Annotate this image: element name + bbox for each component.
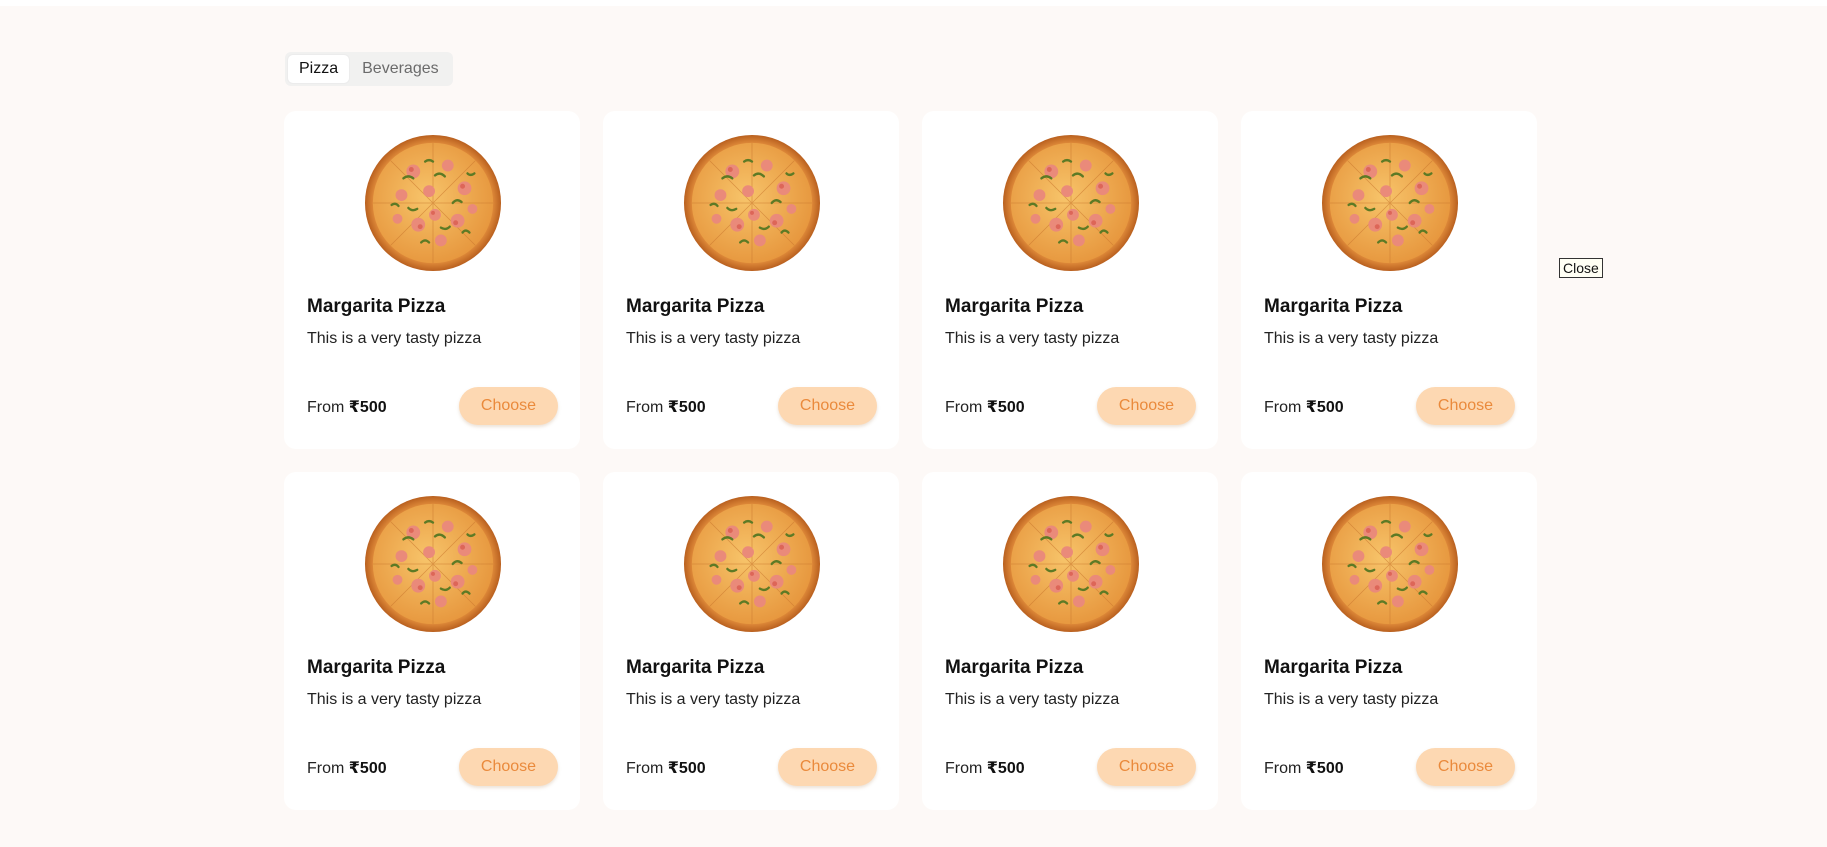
choose-button[interactable]: Choose bbox=[1416, 387, 1515, 425]
close-button[interactable]: Close bbox=[1559, 258, 1603, 278]
price-prefix: From bbox=[626, 399, 664, 416]
pizza-image bbox=[1321, 134, 1459, 272]
product-description: This is a very tasty pizza bbox=[307, 330, 482, 347]
choose-button[interactable]: Choose bbox=[1097, 387, 1196, 425]
product-card: Margarita Pizza This is a very tasty pizz… bbox=[603, 472, 899, 810]
product-name: Margarita Pizza bbox=[307, 657, 446, 678]
product-price: From ₹500 bbox=[626, 397, 706, 417]
pizza-image bbox=[1002, 134, 1140, 272]
choose-button[interactable]: Choose bbox=[459, 748, 558, 786]
price-amount: ₹500 bbox=[1305, 399, 1344, 416]
product-card: Margarita Pizza This is a very tasty pizz… bbox=[603, 111, 899, 449]
product-name: Margarita Pizza bbox=[945, 296, 1084, 317]
price-prefix: From bbox=[626, 760, 664, 777]
product-name: Margarita Pizza bbox=[1264, 657, 1403, 678]
product-name: Margarita Pizza bbox=[1264, 296, 1403, 317]
product-grid: Margarita Pizza This is a very tasty pizz… bbox=[284, 111, 1537, 810]
product-card: Margarita Pizza This is a very tasty pizz… bbox=[284, 111, 580, 449]
price-amount: ₹500 bbox=[1305, 760, 1344, 777]
pizza-image bbox=[1321, 495, 1459, 633]
pizza-image bbox=[683, 134, 821, 272]
choose-button[interactable]: Choose bbox=[459, 387, 558, 425]
product-card: Margarita Pizza This is a very tasty pizz… bbox=[922, 472, 1218, 810]
product-description: This is a very tasty pizza bbox=[945, 330, 1120, 347]
product-price: From ₹500 bbox=[1264, 758, 1344, 778]
product-description: This is a very tasty pizza bbox=[1264, 691, 1439, 708]
price-prefix: From bbox=[1264, 760, 1302, 777]
product-card: Margarita Pizza This is a very tasty pizz… bbox=[922, 111, 1218, 449]
price-amount: ₹500 bbox=[986, 760, 1025, 777]
product-price: From ₹500 bbox=[1264, 397, 1344, 417]
product-description: This is a very tasty pizza bbox=[626, 691, 801, 708]
price-amount: ₹500 bbox=[348, 760, 387, 777]
price-amount: ₹500 bbox=[348, 399, 387, 416]
product-price: From ₹500 bbox=[945, 758, 1025, 778]
product-price: From ₹500 bbox=[945, 397, 1025, 417]
product-description: This is a very tasty pizza bbox=[945, 691, 1120, 708]
pizza-image bbox=[1002, 495, 1140, 633]
pizza-image bbox=[683, 495, 821, 633]
choose-button[interactable]: Choose bbox=[778, 748, 877, 786]
product-card: Margarita Pizza This is a very tasty pizz… bbox=[1241, 111, 1537, 449]
product-name: Margarita Pizza bbox=[626, 657, 765, 678]
product-description: This is a very tasty pizza bbox=[307, 691, 482, 708]
price-amount: ₹500 bbox=[667, 760, 706, 777]
product-price: From ₹500 bbox=[626, 758, 706, 778]
product-name: Margarita Pizza bbox=[307, 296, 446, 317]
price-amount: ₹500 bbox=[667, 399, 706, 416]
price-prefix: From bbox=[945, 399, 983, 416]
tab-pizza[interactable]: Pizza bbox=[288, 55, 350, 83]
product-price: From ₹500 bbox=[307, 758, 387, 778]
choose-button[interactable]: Choose bbox=[778, 387, 877, 425]
product-description: This is a very tasty pizza bbox=[1264, 330, 1439, 347]
product-description: This is a very tasty pizza bbox=[626, 330, 801, 347]
price-prefix: From bbox=[1264, 399, 1302, 416]
pizza-image bbox=[364, 134, 502, 272]
category-tabs: Pizza Beverages bbox=[285, 52, 453, 86]
product-name: Margarita Pizza bbox=[945, 657, 1084, 678]
product-card: Margarita Pizza This is a very tasty pizz… bbox=[1241, 472, 1537, 810]
price-amount: ₹500 bbox=[986, 399, 1025, 416]
price-prefix: From bbox=[307, 760, 345, 777]
choose-button[interactable]: Choose bbox=[1416, 748, 1515, 786]
choose-button[interactable]: Choose bbox=[1097, 748, 1196, 786]
product-name: Margarita Pizza bbox=[626, 296, 765, 317]
product-price: From ₹500 bbox=[307, 397, 387, 417]
pizza-image bbox=[364, 495, 502, 633]
price-prefix: From bbox=[945, 760, 983, 777]
price-prefix: From bbox=[307, 399, 345, 416]
tab-beverages[interactable]: Beverages bbox=[351, 55, 450, 83]
top-bar bbox=[0, 0, 1827, 6]
product-card: Margarita Pizza This is a very tasty pizz… bbox=[284, 472, 580, 810]
